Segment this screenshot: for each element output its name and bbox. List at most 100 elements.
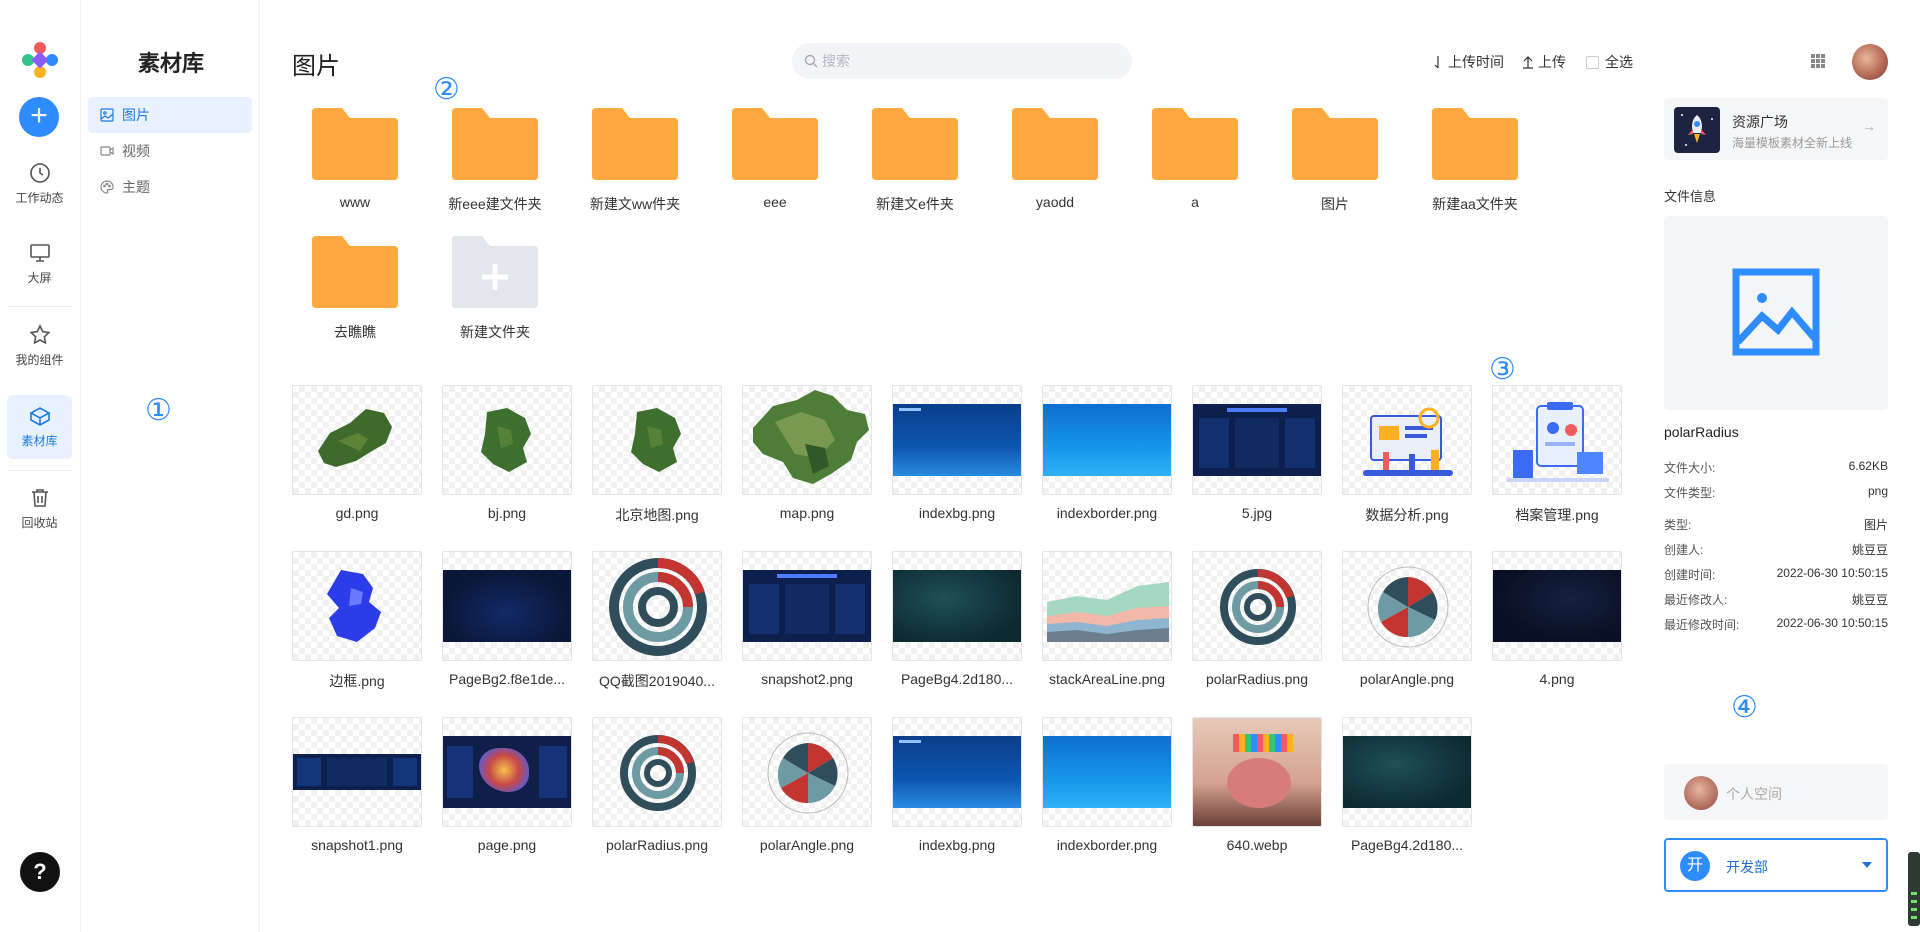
- annotation-marker: ④: [1731, 690, 1758, 725]
- folder-item[interactable]: 新eee建文件夹: [440, 108, 550, 228]
- box-icon: [28, 407, 51, 426]
- department-select[interactable]: 开 开发部: [1664, 838, 1888, 892]
- folder-item[interactable]: yaodd: [1000, 108, 1110, 228]
- file-card[interactable]: page.png: [442, 717, 572, 857]
- file-preview: [1664, 216, 1888, 410]
- file-card[interactable]: 北京地图.png: [592, 385, 722, 525]
- file-thumbnail: [592, 385, 722, 495]
- folder-icon: [1152, 108, 1238, 180]
- folder-icon: [452, 108, 538, 180]
- folder-name: yaodd: [1035, 194, 1075, 210]
- user-avatar[interactable]: [1852, 44, 1888, 80]
- file-thumbnail: [292, 385, 422, 495]
- promo-subtitle: 海量模板素材全新上线: [1732, 136, 1853, 150]
- file-info-title: 文件信息: [1664, 189, 1717, 204]
- nav-label: 我的组件: [15, 353, 64, 367]
- search-box: [792, 43, 1132, 79]
- meta-value: png: [1867, 484, 1888, 498]
- file-card[interactable]: PageBg4.2d180...: [892, 551, 1022, 691]
- file-card[interactable]: polarAngle.png: [1342, 551, 1472, 691]
- rocket-icon: [1674, 107, 1720, 153]
- upload-icon: [1523, 56, 1533, 69]
- apps-grid-icon[interactable]: [1810, 53, 1826, 69]
- file-card[interactable]: 边框.png: [292, 551, 422, 691]
- file-card[interactable]: bj.png: [442, 385, 572, 525]
- folder-name: 新建文ww件夹: [589, 196, 681, 212]
- sidebar-item-themes[interactable]: 主题: [88, 169, 252, 205]
- nav-big-screen[interactable]: 大屏: [7, 232, 72, 296]
- file-card[interactable]: 4.png: [1492, 551, 1622, 691]
- app-logo[interactable]: [18, 38, 62, 82]
- file-card[interactable]: map.png: [742, 385, 872, 525]
- file-card[interactable]: PageBg4.2d180...: [1342, 717, 1472, 857]
- folder-name: eee: [763, 194, 787, 210]
- meta-value: 2022-06-30 10:50:15: [1776, 616, 1888, 630]
- file-card[interactable]: polarRadius.png: [592, 717, 722, 857]
- folder-item[interactable]: eee: [720, 108, 830, 228]
- folder-name: www: [339, 194, 371, 210]
- file-card[interactable]: polarAngle.png: [742, 717, 872, 857]
- file-card[interactable]: 5.jpg: [1192, 385, 1322, 525]
- file-card[interactable]: 640.webp: [1192, 717, 1322, 857]
- nav-recycle-bin[interactable]: 回收站: [7, 477, 72, 541]
- file-name: map.png: [779, 505, 835, 521]
- nav-label: 回收站: [21, 516, 58, 530]
- file-thumbnail: [892, 551, 1022, 661]
- help-button[interactable]: ?: [20, 852, 60, 892]
- personal-space-button[interactable]: 个人空间: [1664, 764, 1888, 820]
- folder-item[interactable]: a: [1140, 108, 1250, 228]
- annotation-marker: ③: [1489, 352, 1516, 387]
- file-card[interactable]: gd.png: [292, 385, 422, 525]
- file-name: 5.jpg: [1241, 505, 1273, 521]
- file-card[interactable]: QQ截图2019040...: [592, 551, 722, 691]
- file-card[interactable]: snapshot2.png: [742, 551, 872, 691]
- file-card[interactable]: indexborder.png: [1042, 717, 1172, 857]
- file-thumbnail: [1192, 551, 1322, 661]
- file-thumbnail: [742, 551, 872, 661]
- file-card[interactable]: indexborder.png: [1042, 385, 1172, 525]
- promo-title: 资源广场: [1732, 114, 1788, 130]
- nav-material-library[interactable]: 素材库: [7, 395, 72, 459]
- file-card[interactable]: indexbg.png: [892, 385, 1022, 525]
- meta-label: 最近修改时间:: [1664, 618, 1740, 632]
- nav-work-activity[interactable]: 工作动态: [7, 152, 72, 216]
- folder-icon: [312, 108, 398, 180]
- meta-value: 6.62KB: [1848, 459, 1888, 473]
- file-name: 数据分析.png: [1365, 507, 1449, 523]
- video-icon: [100, 146, 114, 156]
- folder-icon: [1292, 108, 1378, 180]
- sidebar-item-images[interactable]: 图片: [88, 97, 252, 133]
- file-thumbnail: [592, 717, 722, 827]
- file-card[interactable]: 数据分析.png: [1342, 385, 1472, 525]
- sidebar-item-label: 图片: [122, 107, 150, 123]
- image-placeholder-icon: [1732, 268, 1820, 356]
- folder-item[interactable]: 去瞧瞧: [300, 236, 410, 356]
- folder-item[interactable]: 新建aa文件夹: [1420, 108, 1530, 228]
- file-thumbnail: [742, 717, 872, 827]
- meta-row: 类型: 图片: [1664, 516, 1888, 533]
- resource-plaza-banner[interactable]: 资源广场 海量模板素材全新上线 →: [1664, 98, 1888, 160]
- file-card[interactable]: 档案管理.png: [1492, 385, 1622, 525]
- file-thumbnail: [1192, 385, 1322, 495]
- file-card[interactable]: indexbg.png: [892, 717, 1022, 857]
- search-input[interactable]: [822, 43, 1122, 79]
- nav-my-components[interactable]: 我的组件: [7, 314, 72, 378]
- upload-button[interactable]: 上传: [1522, 52, 1566, 72]
- file-card[interactable]: PageBg2.f8e1de...: [442, 551, 572, 691]
- sidebar-item-videos[interactable]: 视频: [88, 133, 252, 169]
- file-card[interactable]: stackAreaLine.png: [1042, 551, 1172, 691]
- folder-item[interactable]: 图片: [1280, 108, 1390, 228]
- folder-item[interactable]: 新建文e件夹: [860, 108, 970, 228]
- add-button[interactable]: +: [19, 97, 59, 137]
- file-card[interactable]: snapshot1.png: [292, 717, 422, 857]
- select-all-checkbox[interactable]: 全选: [1586, 52, 1633, 72]
- file-card[interactable]: polarRadius.png: [1192, 551, 1322, 691]
- file-name: 4.png: [1539, 671, 1575, 687]
- sidebar-title: 素材库: [137, 51, 204, 76]
- file-thumbnail: [1192, 717, 1322, 827]
- sort-by-upload-time[interactable]: 上传时间: [1432, 52, 1504, 72]
- new-folder-button[interactable]: 新建文件夹: [440, 236, 550, 356]
- folder-item[interactable]: www: [300, 108, 410, 228]
- meta-value: 姚豆豆: [1851, 543, 1888, 557]
- folder-item[interactable]: 新建文ww件夹: [580, 108, 690, 228]
